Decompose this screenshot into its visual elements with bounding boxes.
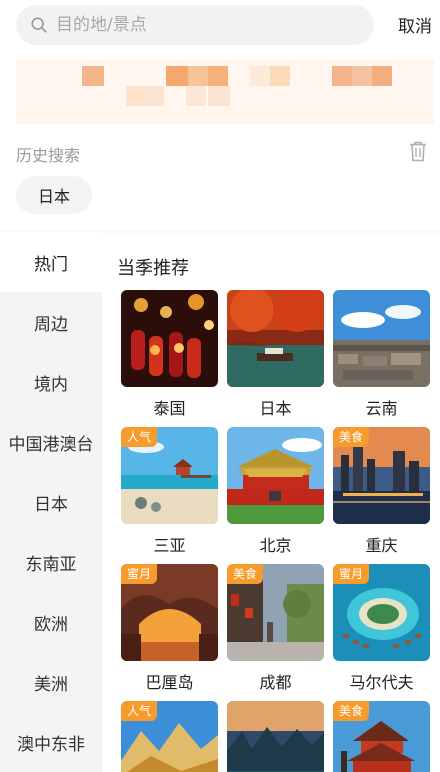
nav-item-nearby[interactable]: 周边 <box>0 292 102 352</box>
nav-item-europe[interactable]: 欧洲 <box>0 592 102 652</box>
destination-name: 巴厘岛 <box>145 673 194 692</box>
history-chip[interactable]: 日本 <box>16 176 92 214</box>
nav-item-domestic[interactable]: 境内 <box>0 352 102 412</box>
destination-image: 美食 <box>333 701 430 772</box>
category-sidebar: 热门 周边 境内 中国港澳台 日本 东南亚 欧洲 美洲 澳中东非 <box>0 232 102 772</box>
destination-tag: 美食 <box>333 427 370 447</box>
nav-item-americas[interactable]: 美洲 <box>0 652 102 712</box>
destination-name: 日本 <box>259 399 292 418</box>
search-bar[interactable] <box>16 5 374 45</box>
destination-tag: 蜜月 <box>121 564 158 584</box>
destination-card[interactable]: 美食 重庆 <box>333 427 430 556</box>
destination-image: 蜜月 <box>333 564 430 661</box>
destination-image: 蜜月 <box>121 564 218 661</box>
destination-card[interactable]: 泰国 <box>121 290 218 419</box>
destination-image <box>333 290 430 387</box>
destination-name: 成都 <box>259 673 292 692</box>
destination-image: 美食 <box>333 427 430 524</box>
destination-card[interactable]: 人气 三亚 <box>121 427 218 556</box>
destination-tag: 人气 <box>121 427 158 447</box>
destination-card[interactable]: 蜜月 马尔代夫 <box>333 564 430 693</box>
destination-name: 重庆 <box>365 536 398 555</box>
destination-image <box>227 290 324 387</box>
destination-image <box>227 701 324 772</box>
promo-banner[interactable] <box>16 60 434 124</box>
destination-image: 美食 <box>227 564 324 661</box>
destination-card[interactable]: 北京 <box>227 427 324 556</box>
search-input[interactable] <box>56 15 336 35</box>
search-icon <box>31 17 47 33</box>
nav-item-southeast-asia[interactable]: 东南亚 <box>0 532 102 592</box>
history-title: 历史搜索 <box>16 146 81 165</box>
destination-image <box>227 427 324 524</box>
destination-name: 三亚 <box>153 536 186 555</box>
destination-image <box>121 290 218 387</box>
section-title: 当季推荐 <box>117 258 189 279</box>
destination-image: 人气 <box>121 427 218 524</box>
destination-card[interactable]: 蜜月 巴厘岛 <box>121 564 218 693</box>
destination-card[interactable]: 人气 <box>121 701 218 772</box>
destination-card[interactable]: 美食 成都 <box>227 564 324 693</box>
nav-item-oceania-mideast-africa[interactable]: 澳中东非 <box>0 712 102 772</box>
destination-tag: 美食 <box>227 564 264 584</box>
destination-tag: 蜜月 <box>333 564 370 584</box>
destination-image: 人气 <box>121 701 218 772</box>
destination-name: 马尔代夫 <box>349 673 414 692</box>
nav-item-japan[interactable]: 日本 <box>0 472 102 532</box>
nav-item-hot[interactable]: 热门 <box>0 232 102 292</box>
cancel-button[interactable]: 取消 <box>398 12 432 37</box>
destination-tag: 人气 <box>121 701 158 721</box>
destination-card[interactable]: 美食 <box>333 701 430 772</box>
destination-card[interactable]: 日本 <box>227 290 324 419</box>
destination-name: 北京 <box>259 536 292 555</box>
trash-icon[interactable] <box>408 140 428 162</box>
destination-card[interactable]: 云南 <box>333 290 430 419</box>
destination-name: 泰国 <box>153 399 186 418</box>
nav-item-hk-macau-taiwan[interactable]: 中国港澳台 <box>0 412 102 472</box>
destination-name: 云南 <box>365 399 398 418</box>
destination-tag: 美食 <box>333 701 370 721</box>
destination-card[interactable] <box>227 701 324 772</box>
